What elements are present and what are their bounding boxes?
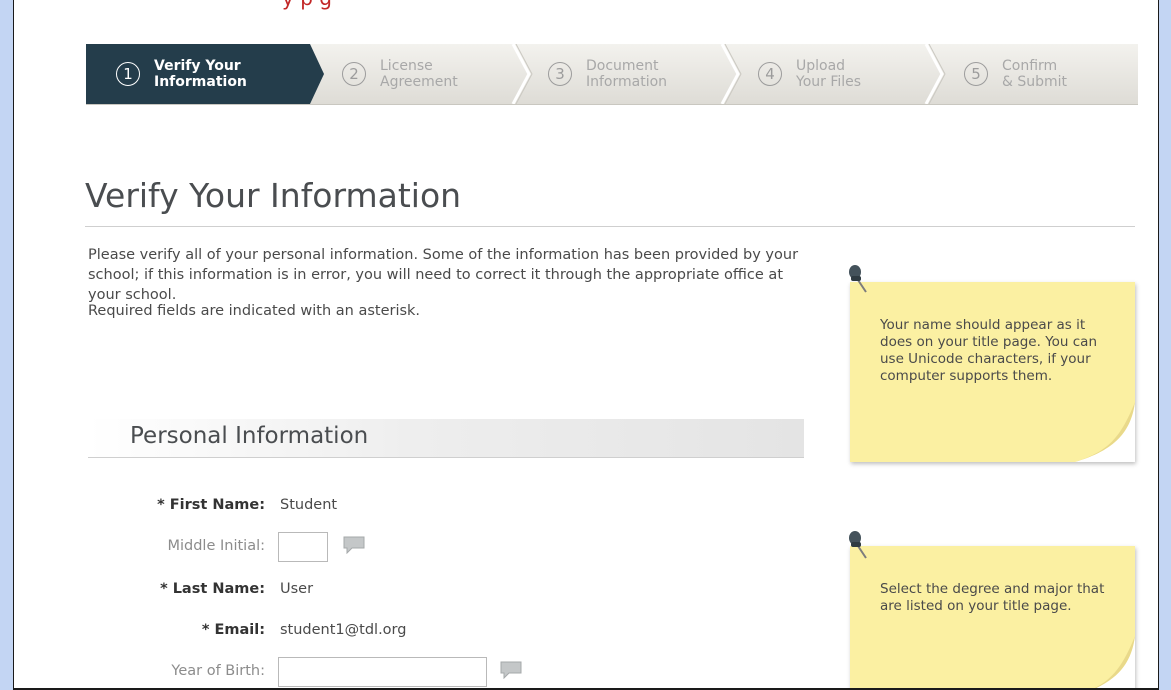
first-name-label: * First Name: [157,497,265,513]
chevron-right-icon [924,44,946,104]
required-fields-note: Required fields are indicated with an as… [88,303,421,319]
page-curl [1094,636,1135,688]
year-of-birth-label: Year of Birth: [171,663,265,679]
wizard-step-confirm[interactable]: 5 Confirm & Submit [964,44,1067,104]
chevron-right-icon [511,44,533,104]
degree-help-text: Select the degree and major that are lis… [880,581,1105,614]
pushpin-icon [849,531,867,559]
step-label: Upload Your Files [796,58,862,90]
middle-initial-label: Middle Initial: [167,538,265,554]
wizard-steps: 1 Verify Your Information 2 License Agre… [86,44,1138,105]
wizard-step-license[interactable]: 2 License Agreement [342,44,458,104]
step-number: 3 [548,62,572,86]
intro-text: Please verify all of your personal infor… [88,247,799,303]
chevron-right-icon [720,44,742,104]
chevron-right-icon [296,44,324,104]
comment-icon[interactable] [500,661,522,679]
middle-initial-input[interactable] [278,532,328,562]
pushpin-icon [849,265,867,293]
degree-help-note: Select the degree and major that are lis… [850,546,1135,688]
step-label: Verify Your Information [154,58,247,90]
clipped-header-text: y p g [282,0,332,10]
page-title: Verify Your Information [85,176,462,215]
step-number: 1 [116,62,140,86]
comment-icon[interactable] [343,536,365,554]
last-name-label: * Last Name: [160,581,265,597]
year-of-birth-input[interactable] [278,657,487,687]
last-name-value: User [280,581,314,597]
name-help-text: Your name should appear as it does on yo… [880,317,1098,384]
step-label: Confirm & Submit [1002,58,1068,90]
step-number: 5 [964,62,988,86]
wizard-step-verify[interactable]: 1 Verify Your Information [86,44,296,104]
step-label: License Agreement [380,58,458,90]
name-help-note: Your name should appear as it does on yo… [850,282,1135,462]
step-number: 4 [758,62,782,86]
wizard-step-document[interactable]: 3 Document Information [548,44,667,104]
step-number: 2 [342,62,366,86]
page-curl [1075,402,1135,462]
section-title: Personal Information [130,423,369,449]
email-label: * Email: [201,622,265,638]
wizard-step-upload[interactable]: 4 Upload Your Files [758,44,861,104]
personal-information-section: Personal Information [88,419,804,458]
title-divider [85,226,1135,227]
email-value: student1@tdl.org [280,622,407,638]
step-label: Document Information [586,58,668,90]
first-name-value: Student [280,497,338,513]
page-frame: y p g 1 Verify Your Information 2 Licens… [13,0,1159,690]
